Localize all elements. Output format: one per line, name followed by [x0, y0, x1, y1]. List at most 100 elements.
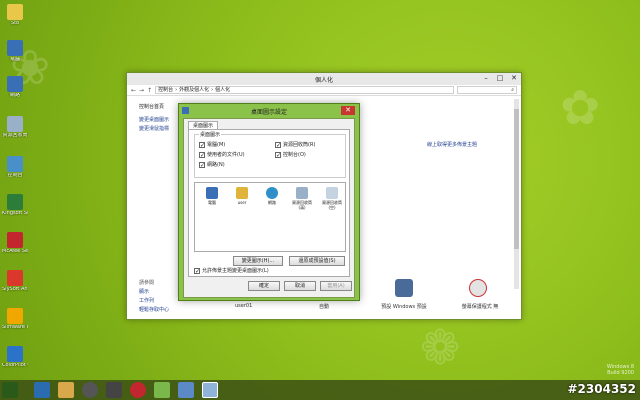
check-icon: ✓ [194, 267, 201, 275]
desktop-icons-group: 桌面圖示 ✓ 電腦(M) ✓ 資源回收筒(R) ✓ 使用者的文件(U) ✓ 控制台(O)… [194, 131, 346, 178]
desktop-icon-label: 資源回收筒 [2, 133, 28, 138]
control-panel-icon[interactable] [178, 382, 194, 398]
list-item-computer[interactable]: 電腦 [199, 187, 225, 205]
list-item-recycle-empty[interactable]: 資源回收筒(空) [319, 187, 345, 210]
cancel-button[interactable]: 取消 [284, 281, 316, 291]
display-link[interactable]: 顯示 [139, 288, 169, 295]
tab-panel: 桌面圖示 ✓ 電腦(M) ✓ 資源回收筒(R) ✓ 使用者的文件(U) ✓ 控制台(O)… [188, 129, 350, 277]
dialog-titlebar[interactable]: 桌面圖示設定 ✕ [179, 104, 359, 117]
maximize-button[interactable]: □ [495, 74, 505, 82]
screensaver-icon [469, 279, 487, 297]
start-button[interactable] [2, 382, 18, 398]
up-icon[interactable]: ↑ [147, 87, 152, 94]
breadcrumb-item[interactable]: 外觀及個人化 [179, 87, 209, 93]
ok-button[interactable]: 確定 [248, 281, 280, 291]
dialog-close-button[interactable]: ✕ [341, 106, 355, 115]
app-icon [7, 346, 23, 362]
desktop-icon-label: 控制台 [7, 173, 23, 178]
dialog-title: 桌面圖示設定 [250, 109, 287, 116]
ie-icon[interactable] [34, 382, 50, 398]
list-item-user[interactable]: user [229, 187, 255, 205]
tab-desktop-icons[interactable]: 桌面圖示 [188, 121, 219, 129]
breadcrumb-item[interactable]: 個人化 [215, 87, 230, 93]
taskbar [0, 380, 640, 400]
taskbar-link[interactable]: 工作列 [139, 297, 169, 304]
change-icon-button[interactable]: 變更圖示(H)... [233, 256, 283, 266]
icons-list: 電腦 user 網路 資源回收筒(滿) 資源回收筒(空) [194, 182, 346, 252]
check-icon: ✓ [199, 161, 206, 169]
desktop-icon-5[interactable]: Kingsoft Support [2, 194, 28, 216]
see-also-heading: 請參閱 [139, 280, 155, 286]
desktop-icon-settings-dialog: 桌面圖示設定 ✕ 桌面圖示 桌面圖示 ✓ 電腦(M) ✓ 資源回收筒(R) ✓ 使用者… [178, 103, 360, 301]
network-checkbox[interactable]: ✓ 網路(N) [199, 161, 225, 168]
forward-icon[interactable]: → [139, 87, 144, 94]
check-icon: ✓ [275, 141, 282, 149]
list-item-network[interactable]: 網路 [259, 187, 285, 205]
power-icon[interactable] [130, 382, 146, 398]
allow-themes-checkbox[interactable]: ✓ 允許佈景主題變更桌面圖示(L) [194, 267, 269, 274]
desktop-icon-8[interactable]: Slimware Utilities [2, 308, 28, 330]
desktop-icon-1[interactable]: 電腦 [2, 40, 28, 62]
window-titlebar[interactable]: 個人化 – □ ✕ [127, 73, 521, 85]
scrollbar[interactable] [514, 99, 519, 289]
desktop-icon-3[interactable]: 資源回收筒 [2, 116, 28, 138]
apply-button[interactable]: 套用(A) [320, 281, 352, 291]
user-files-checkbox[interactable]: ✓ 使用者的文件(U) [199, 151, 245, 158]
desktop-icon-label: SlySoft AnyDVD [2, 287, 28, 292]
os-watermark: Windows 8 Build 9200 [606, 364, 634, 376]
sounds-icon [395, 279, 413, 297]
check-icon: ✓ [275, 151, 282, 159]
desktop-icon-9[interactable]: ColorPilot Clean Player [2, 346, 28, 368]
desktop-icon-label: Kingsoft Support [2, 211, 28, 216]
desktop-icon-0[interactable]: Sto [2, 4, 28, 26]
recycle-bin-icon [7, 116, 23, 132]
app-icon [7, 270, 23, 286]
desktop-icon-label: Slimware Utilities [2, 325, 28, 330]
desktop-icon-4[interactable]: 控制台 [2, 156, 28, 178]
ease-of-access-link[interactable]: 輕鬆存取中心 [139, 306, 169, 313]
get-more-themes-link[interactable]: 線上取得更多佈景主題 [427, 141, 477, 148]
computer-icon [7, 40, 23, 56]
color-item[interactable]: 自動 [319, 303, 329, 310]
close-button[interactable]: ✕ [509, 74, 519, 82]
restore-default-button[interactable]: 還原成預設值(S) [289, 256, 345, 266]
personalization-taskbar-icon[interactable] [202, 382, 218, 398]
image-stamp: #2304352 [567, 382, 636, 396]
app-icon[interactable] [154, 382, 170, 398]
breadcrumb-item[interactable]: 控制台 [158, 87, 173, 93]
group-title: 桌面圖示 [199, 131, 222, 138]
recycle-bin-empty-icon [326, 187, 338, 199]
user-folder-icon [236, 187, 248, 199]
control-panel-checkbox[interactable]: ✓ 控制台(O) [275, 151, 306, 158]
mcafee-icon [7, 232, 23, 248]
back-icon[interactable]: ← [131, 87, 136, 94]
desktop-icon-2[interactable]: 網路 [2, 76, 28, 98]
computer-icon [206, 187, 218, 199]
recycle-bin-checkbox[interactable]: ✓ 資源回收筒(R) [275, 141, 315, 148]
breadcrumb[interactable]: 控制台 › 外觀及個人化 › 個人化 [155, 86, 454, 94]
file-explorer-icon[interactable] [58, 382, 74, 398]
desktop-icon-label: 電腦 [9, 57, 20, 62]
list-item-recycle-full[interactable]: 資源回收筒(滿) [289, 187, 315, 210]
app-icon [7, 194, 23, 210]
see-also: 請參閱 顯示 工作列 輕鬆存取中心 [139, 279, 169, 315]
desktop-icon-7[interactable]: SlySoft AnyDVD [2, 270, 28, 292]
desktop-background-item[interactable]: user01 [235, 303, 252, 309]
recycle-bin-full-icon [296, 187, 308, 199]
sounds-item[interactable]: 預設 Windows 預設 [379, 303, 429, 310]
desktop-icon-label: Sto [10, 21, 20, 26]
desktop-icon-label: McAfee Security [2, 249, 28, 254]
address-bar-row: ← → ↑ 控制台 › 外觀及個人化 › 個人化 ⌕ [127, 85, 521, 96]
screensaver-item[interactable]: 螢幕保護程式 無 [457, 303, 503, 310]
minimize-button[interactable]: – [481, 74, 491, 82]
desktop-icon-label: ColorPilot Clean Player [2, 363, 28, 368]
media-player-icon[interactable] [82, 382, 98, 398]
desktop-icon-label: 網路 [9, 93, 20, 98]
app-icon [7, 308, 23, 324]
folder-icon [7, 4, 23, 20]
search-input[interactable]: ⌕ [457, 86, 517, 94]
app-icon[interactable] [106, 382, 122, 398]
desktop-icon-6[interactable]: McAfee Security [2, 232, 28, 254]
computer-checkbox[interactable]: ✓ 電腦(M) [199, 141, 225, 148]
check-icon: ✓ [199, 151, 206, 159]
